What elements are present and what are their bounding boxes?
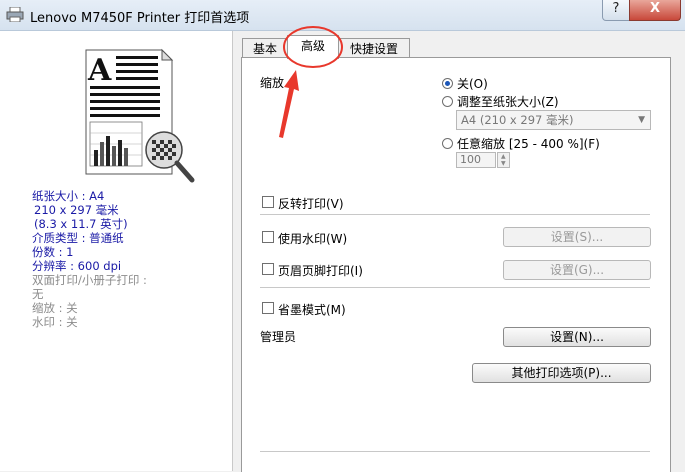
- help-button[interactable]: ?: [602, 0, 630, 21]
- close-button[interactable]: X: [629, 0, 681, 21]
- scaling-custom-radio[interactable]: [442, 138, 453, 149]
- scaling-off-label: 关(O): [457, 77, 488, 91]
- printer-icon: [6, 7, 24, 22]
- tab-basic[interactable]: 基本: [242, 38, 288, 59]
- title-bar: Lenovo M7450F Printer 打印首选项 ? X: [0, 0, 685, 31]
- summary-watermark: 水印 : 关: [32, 315, 78, 329]
- spin-down-icon: ▼: [501, 160, 506, 167]
- other-print-options-button[interactable]: 其他打印选项(P)...: [472, 363, 651, 383]
- dropdown-arrow-icon: ▼: [638, 115, 645, 125]
- summary-media-type: 介质类型 : 普通纸: [32, 231, 124, 245]
- summary-duplex-value: 无: [32, 287, 44, 301]
- toner-save-label: 省墨模式(M): [278, 303, 346, 317]
- fit-paper-value: A4 (210 x 297 毫米): [461, 113, 574, 127]
- watermark-label: 使用水印(W): [278, 232, 348, 246]
- header-footer-label: 页眉页脚打印(I): [278, 264, 363, 278]
- watermark-checkbox[interactable]: [262, 231, 274, 243]
- preview-panel: A 纸张大小 : A4 210 x 297 毫米 (8.3 x 11.7 英寸)…: [0, 31, 233, 471]
- custom-scale-stepper[interactable]: ▲ ▼: [497, 152, 510, 168]
- scaling-off-radio[interactable]: [442, 78, 453, 89]
- summary-copies: 份数 : 1: [32, 245, 74, 259]
- separator: [260, 451, 650, 452]
- advanced-tab-panel: 缩放 关(O) 调整至纸张大小(Z) A4 (210 x 297 毫米) ▼ 任…: [241, 57, 671, 472]
- header-footer-settings-button[interactable]: 设置(G)...: [503, 260, 651, 280]
- summary-paper-size-mm: 210 x 297 毫米: [34, 203, 119, 217]
- tab-quick-settings[interactable]: 快捷设置: [338, 38, 410, 59]
- admin-settings-button[interactable]: 设置(N)...: [503, 327, 651, 347]
- summary-duplex: 双面打印/小册子打印 :: [32, 273, 147, 287]
- window-title: Lenovo M7450F Printer 打印首选项: [30, 11, 250, 26]
- toner-save-checkbox[interactable]: [262, 302, 274, 314]
- settings-summary: 纸张大小 : A4 210 x 297 毫米 (8.3 x 11.7 英寸) 介…: [32, 189, 147, 329]
- page-preview-illustration: A: [85, 48, 195, 183]
- watermark-settings-button[interactable]: 设置(S)...: [503, 227, 651, 247]
- scaling-fit-label: 调整至纸张大小(Z): [457, 95, 559, 109]
- reverse-print-label: 反转打印(V): [278, 197, 344, 211]
- reverse-print-checkbox[interactable]: [262, 196, 274, 208]
- administrator-label: 管理员: [260, 330, 297, 344]
- summary-paper-size-in: (8.3 x 11.7 英寸): [34, 217, 128, 231]
- separator: [260, 287, 650, 288]
- summary-resolution: 分辨率 : 600 dpi: [32, 259, 122, 273]
- header-footer-checkbox[interactable]: [262, 263, 274, 275]
- scaling-custom-label: 任意缩放 [25 - 400 %](F): [457, 137, 600, 151]
- tab-advanced[interactable]: 高级: [287, 35, 339, 59]
- separator: [260, 214, 650, 215]
- summary-paper-size: 纸张大小 : A4: [32, 189, 105, 203]
- summary-scaling: 缩放 : 关: [32, 301, 78, 315]
- scaling-fit-radio[interactable]: [442, 96, 453, 107]
- svg-text:A: A: [87, 53, 112, 88]
- scaling-label: 缩放: [260, 76, 285, 90]
- custom-scale-input[interactable]: 100: [456, 152, 496, 168]
- fit-paper-select[interactable]: A4 (210 x 297 毫米) ▼: [456, 110, 651, 130]
